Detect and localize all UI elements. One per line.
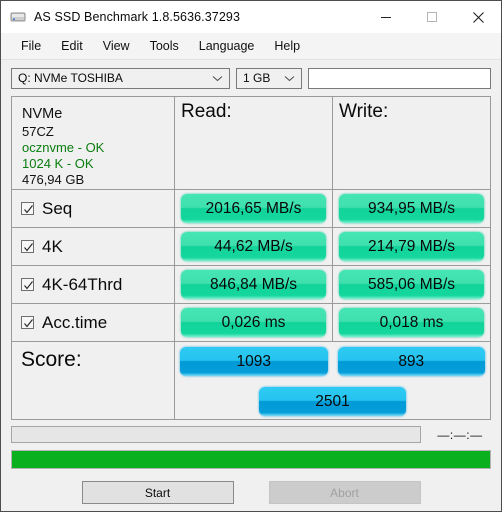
abort-button: Abort — [268, 481, 421, 504]
write-header-cell: Write: — [333, 97, 490, 189]
test-4k-write-cell: 214,79 MB/s — [333, 228, 490, 265]
test-name: Seq — [42, 198, 73, 218]
checkbox-4k[interactable] — [21, 240, 34, 253]
menu-item-file[interactable]: File — [11, 36, 51, 56]
test-acctime-write-cell: 0,018 ms — [333, 304, 490, 341]
read-header-cell: Read: — [175, 97, 333, 189]
result-value: 585,06 MB/s — [339, 270, 484, 299]
score-bottom-row: 2501 — [180, 387, 485, 419]
test-4k64thrd-read-cell: 846,84 MB/s — [175, 266, 333, 303]
checkbox-4k-64thrd[interactable] — [21, 278, 34, 291]
window-controls — [363, 1, 501, 33]
result-value: 2016,65 MB/s — [181, 194, 326, 223]
chevron-down-icon — [284, 69, 295, 88]
table-row: Acc.time 0,026 ms 0,018 ms — [12, 304, 490, 342]
menu-item-view[interactable]: View — [93, 36, 140, 56]
maximize-button[interactable] — [409, 1, 455, 33]
window-title: AS SSD Benchmark 1.8.5636.37293 — [34, 10, 241, 24]
info-header-row: NVMe 57CZ ocznvme - OK 1024 K - OK 476,9… — [12, 97, 490, 190]
checkbox-acc-time[interactable] — [21, 316, 34, 329]
score-label-cell: Score: — [12, 342, 175, 419]
status-row: —:—:— — [11, 426, 491, 443]
menu-bar: File Edit View Tools Language Help — [1, 33, 501, 60]
score-write: 893 — [337, 347, 485, 376]
drive-info-panel: NVMe 57CZ ocznvme - OK 1024 K - OK 476,9… — [12, 97, 175, 189]
read-header-label: Read: — [181, 101, 232, 122]
result-value: 0,018 ms — [339, 308, 484, 337]
drive-select-value: Q: NVMe TOSHIBA — [18, 71, 123, 85]
name-input[interactable] — [308, 67, 491, 89]
score-values: 1093 893 2501 — [175, 342, 490, 419]
test-name: 4K-64Thrd — [42, 274, 123, 294]
table-row: Seq 2016,65 MB/s 934,95 MB/s — [12, 190, 490, 228]
as-ssd-benchmark-window: AS SSD Benchmark 1.8.5636.37293 File Edi… — [0, 0, 502, 512]
test-acctime-label-cell: Acc.time — [12, 304, 175, 341]
result-value: 44,62 MB/s — [181, 232, 326, 261]
result-value: 934,95 MB/s — [339, 194, 484, 223]
test-4k-read-cell: 44,62 MB/s — [175, 228, 333, 265]
test-seq-write-cell: 934,95 MB/s — [333, 190, 490, 227]
score-read: 1093 — [180, 347, 328, 376]
chevron-down-icon — [212, 69, 223, 88]
drive-alignment-status: 1024 K - OK — [22, 156, 94, 171]
results-grid: NVMe 57CZ ocznvme - OK 1024 K - OK 476,9… — [11, 96, 491, 420]
score-total: 2501 — [259, 387, 406, 416]
size-select[interactable]: 1 GB — [236, 67, 302, 89]
menu-item-edit[interactable]: Edit — [51, 36, 93, 56]
start-button[interactable]: Start — [81, 481, 234, 504]
drive-capacity: 476,94 GB — [22, 172, 85, 187]
close-button[interactable] — [455, 1, 501, 33]
ssd-drive-icon — [10, 9, 26, 25]
table-row: 4K-64Thrd 846,84 MB/s 585,06 MB/s — [12, 266, 490, 304]
menu-item-tools[interactable]: Tools — [140, 36, 189, 56]
result-value: 0,026 ms — [181, 308, 326, 337]
menu-item-language[interactable]: Language — [189, 36, 265, 56]
test-4k64thrd-write-cell: 585,06 MB/s — [333, 266, 490, 303]
test-acctime-read-cell: 0,026 ms — [175, 304, 333, 341]
test-seq-read-cell: 2016,65 MB/s — [175, 190, 333, 227]
score-label: Score: — [21, 348, 82, 371]
test-name: Acc.time — [42, 312, 108, 332]
drive-model: NVMe — [22, 106, 63, 122]
progress-bar-fill — [12, 451, 490, 468]
drive-firmware: 57CZ — [22, 124, 54, 139]
drive-driver-status: ocznvme - OK — [22, 140, 105, 155]
write-header-label: Write: — [339, 101, 389, 122]
menu-item-help[interactable]: Help — [264, 36, 310, 56]
size-select-value: 1 GB — [243, 71, 271, 85]
result-value: 214,79 MB/s — [339, 232, 484, 261]
score-top-row: 1093 893 — [180, 347, 485, 379]
elapsed-timer: —:—:— — [437, 427, 483, 442]
toolbar: Q: NVMe TOSHIBA 1 GB — [1, 63, 501, 93]
status-message-field — [11, 426, 421, 443]
table-row: 4K 44,62 MB/s 214,79 MB/s — [12, 228, 490, 266]
drive-select[interactable]: Q: NVMe TOSHIBA — [11, 67, 230, 89]
score-row: Score: 1093 893 2501 — [12, 342, 490, 420]
action-buttons: Start Abort — [1, 481, 501, 504]
minimize-button[interactable] — [363, 1, 409, 33]
test-name: 4K — [42, 236, 63, 256]
result-value: 846,84 MB/s — [181, 270, 326, 299]
progress-bar — [11, 450, 491, 469]
test-seq-label-cell: Seq — [12, 190, 175, 227]
test-4k-label-cell: 4K — [12, 228, 175, 265]
test-4k64thrd-label-cell: 4K-64Thrd — [12, 266, 175, 303]
title-bar: AS SSD Benchmark 1.8.5636.37293 — [1, 1, 501, 33]
checkbox-seq[interactable] — [21, 202, 34, 215]
